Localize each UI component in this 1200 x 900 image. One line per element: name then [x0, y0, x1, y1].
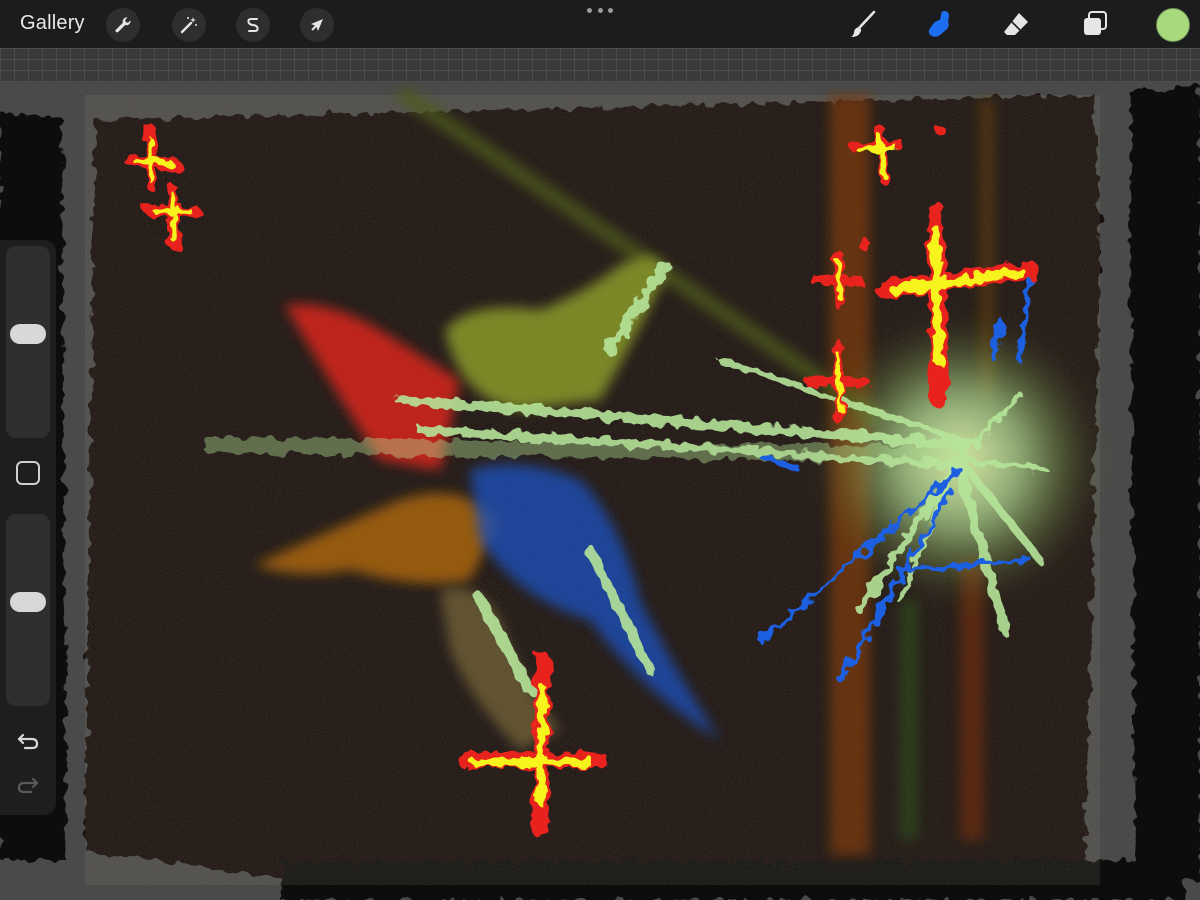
dot — [608, 7, 613, 13]
opacity-thumb[interactable] — [10, 591, 46, 612]
transform-button[interactable] — [300, 8, 334, 42]
actions-button[interactable] — [106, 8, 140, 42]
eraser-tool-button[interactable] — [998, 6, 1034, 42]
grid-guide-strip — [0, 48, 1200, 82]
undo-button[interactable] — [14, 726, 42, 754]
brush-tool-button[interactable] — [845, 6, 881, 42]
redo-arrow-icon — [17, 777, 39, 794]
arrow-cursor-icon — [311, 19, 323, 31]
more-options-dots[interactable] — [587, 3, 613, 17]
undo-arrow-icon — [17, 733, 39, 750]
artwork — [0, 85, 1200, 900]
paintbrush-icon — [851, 10, 876, 37]
magic-wand-icon — [180, 17, 197, 34]
adjustments-button[interactable] — [172, 8, 206, 42]
selection-button[interactable] — [236, 8, 270, 42]
current-color-swatch[interactable] — [1156, 8, 1190, 42]
brush-size-slider[interactable] — [6, 246, 50, 438]
top-toolbar: Gallery — [0, 0, 1200, 48]
dot — [587, 7, 592, 13]
gallery-button[interactable]: Gallery — [20, 12, 85, 35]
wrench-icon — [115, 17, 131, 33]
dot — [597, 7, 603, 13]
drawing-canvas[interactable] — [0, 82, 1200, 900]
redo-button[interactable] — [14, 770, 42, 798]
layers-icon — [1084, 11, 1107, 35]
selection-s-icon — [247, 18, 259, 32]
brush-size-thumb[interactable] — [10, 323, 46, 344]
opacity-slider[interactable] — [6, 514, 50, 706]
smudge-tool-button[interactable] — [921, 6, 957, 42]
square-modify-icon[interactable] — [16, 461, 40, 485]
layers-button[interactable] — [1077, 6, 1113, 42]
left-sidebar — [0, 240, 56, 815]
smudge-finger-icon — [928, 11, 949, 37]
eraser-icon — [1004, 13, 1028, 35]
